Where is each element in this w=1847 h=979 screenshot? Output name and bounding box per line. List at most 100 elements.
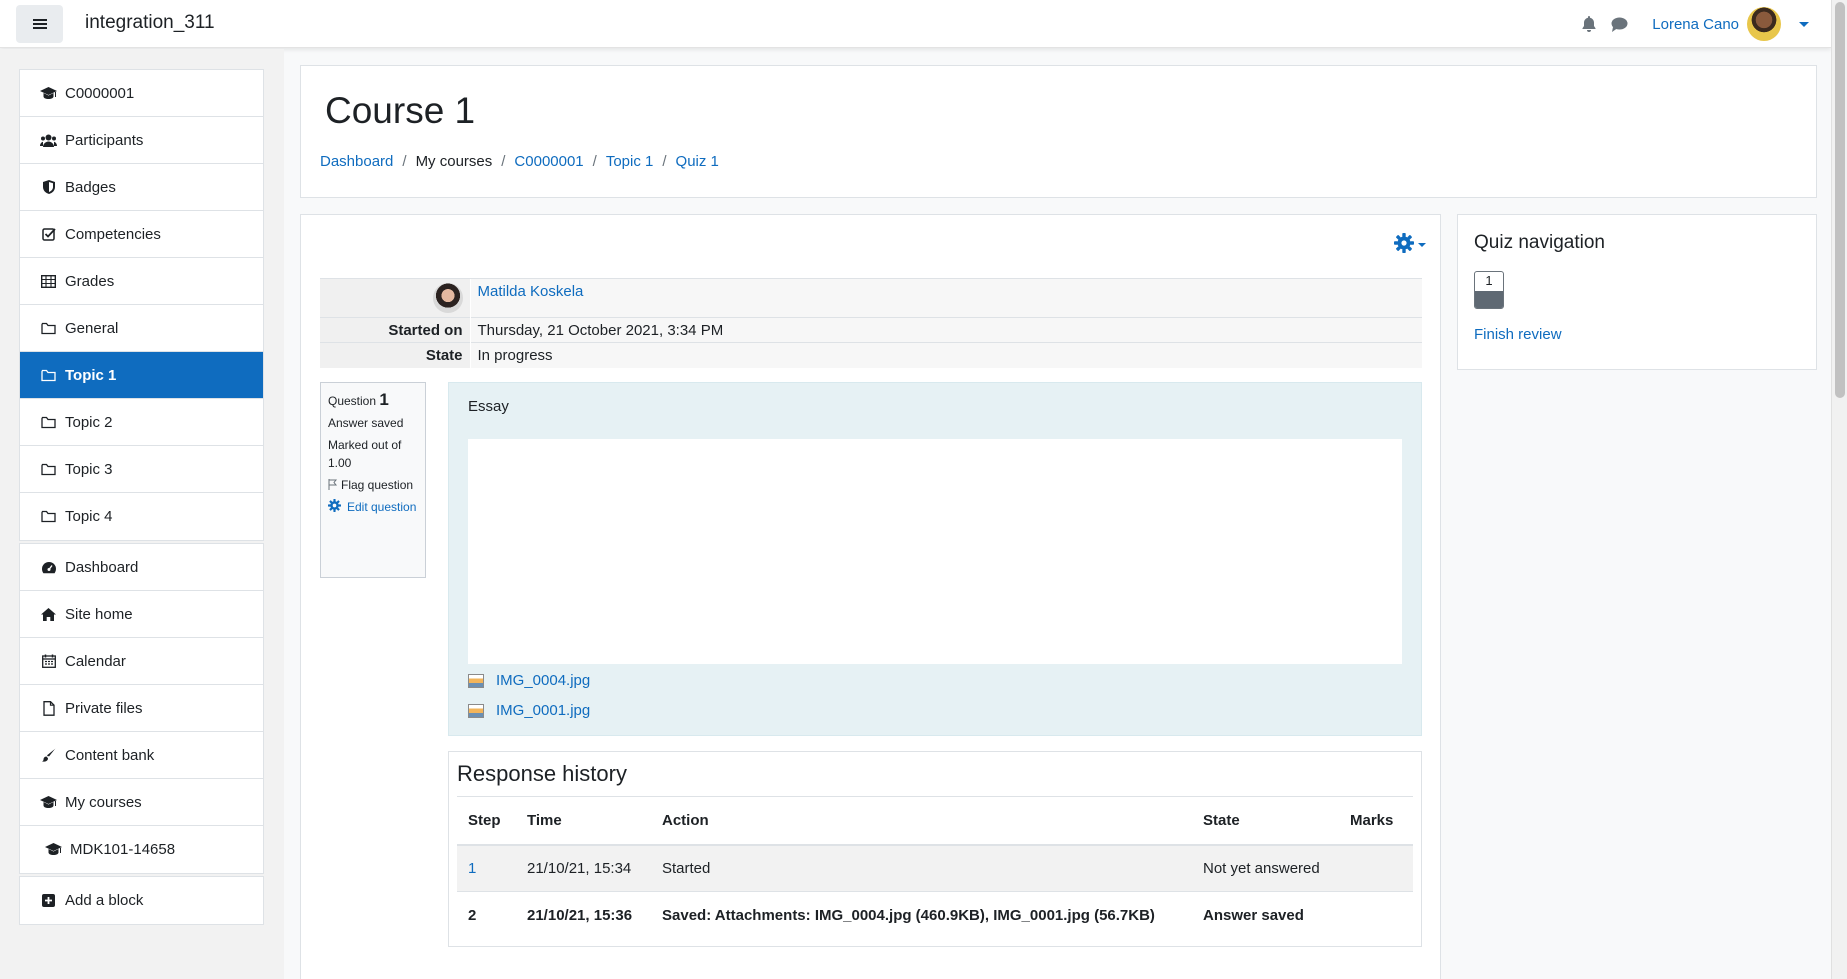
- sidebar-item-label: Dashboard: [65, 558, 139, 576]
- attachment-item[interactable]: IMG_0001.jpg: [468, 702, 590, 719]
- column-header: State: [1192, 796, 1339, 846]
- sidebar-item-topic-3[interactable]: Topic 3: [20, 446, 263, 493]
- add-block-group: Add a block: [19, 876, 264, 925]
- site-nav: Dashboard Site home Calendar Private files C…: [19, 543, 264, 874]
- users-icon: [40, 133, 57, 148]
- folder-icon: [40, 509, 57, 524]
- image-file-icon: [468, 673, 484, 688]
- sidebar-item-label: C0000001: [65, 84, 135, 102]
- flag-question-label: Flag question: [341, 478, 414, 492]
- add-block-label: Add a block: [65, 892, 144, 909]
- sidebar-item-c0000001[interactable]: C0000001: [20, 70, 263, 117]
- sidebar-item-label: Private files: [65, 699, 143, 717]
- flag-question-button[interactable]: Flag question: [328, 476, 418, 494]
- started-on-value: Thursday, 21 October 2021, 3:34 PM: [469, 317, 1422, 343]
- sidebar-item-general[interactable]: General: [20, 305, 263, 352]
- file-icon: [40, 700, 57, 716]
- question-number: 1: [379, 390, 389, 409]
- mortarboard-icon: [40, 86, 57, 101]
- sidebar-item-dashboard[interactable]: Dashboard: [20, 544, 263, 591]
- response-history: Response history Step Time Action State …: [448, 751, 1422, 947]
- breadcrumb-quiz[interactable]: Quiz 1: [676, 153, 719, 170]
- sidebar-item-private-files[interactable]: Private files: [20, 685, 263, 732]
- attachment-item[interactable]: IMG_0004.jpg: [468, 672, 590, 689]
- sidebar-item-my-courses[interactable]: My courses: [20, 779, 263, 826]
- question-nav-button[interactable]: 1: [1474, 271, 1504, 309]
- top-navbar: integration_311 Lorena Cano: [0, 0, 1831, 48]
- sidebar-item-label: Calendar: [65, 652, 126, 670]
- gear-icon: [328, 499, 341, 512]
- attachment-link[interactable]: IMG_0004.jpg: [496, 672, 590, 689]
- sidebar-item-label: Competencies: [65, 225, 161, 243]
- page-header: Course 1 Dashboard / My courses / C00000…: [300, 65, 1817, 198]
- student-name-link[interactable]: Matilda Koskela: [478, 283, 584, 300]
- step-cell: 2: [457, 891, 516, 939]
- sidebar-item-label: Topic 4: [65, 508, 113, 525]
- page-scrollbar[interactable]: [1831, 0, 1847, 979]
- attachment-link[interactable]: IMG_0001.jpg: [496, 702, 590, 719]
- sidebar-item-badges[interactable]: Badges: [20, 164, 263, 211]
- caret-down-icon: [1418, 242, 1426, 247]
- site-name[interactable]: integration_311: [85, 12, 215, 34]
- breadcrumb-separator: /: [402, 153, 407, 170]
- page-title: Course 1: [325, 90, 476, 131]
- chevron-down-icon[interactable]: [1799, 21, 1809, 27]
- column-header: Marks: [1339, 796, 1413, 846]
- quiz-navigation-title: Quiz navigation: [1474, 232, 1605, 253]
- question-label: Question: [328, 394, 377, 408]
- column-header: Time: [516, 796, 651, 846]
- bell-icon[interactable]: [1580, 15, 1598, 33]
- chat-icon[interactable]: [1610, 15, 1628, 33]
- sidebar-item-label: My courses: [65, 793, 142, 811]
- breadcrumb-dashboard[interactable]: Dashboard: [320, 153, 393, 170]
- history-table: Step Time Action State Marks 1 21/10/21,…: [457, 796, 1413, 939]
- folder-icon: [40, 415, 57, 430]
- question-type: Essay: [468, 398, 509, 415]
- scrollbar-thumb[interactable]: [1835, 2, 1845, 398]
- actions-menu-button[interactable]: [1394, 233, 1426, 253]
- nav-drawer: C0000001 Participants Badges Competencies Gr…: [0, 49, 284, 979]
- table-icon: [40, 274, 57, 289]
- action-cell: Started: [651, 844, 1192, 892]
- sidebar-item-topic-2[interactable]: Topic 2: [20, 399, 263, 446]
- sidebar-item-label: General: [65, 319, 119, 337]
- sidebar-item-site-home[interactable]: Site home: [20, 591, 263, 638]
- sidebar-item-label: Topic 2: [65, 413, 113, 431]
- mortarboard-icon: [45, 842, 62, 857]
- table-row: 1 21/10/21, 15:34 Started Not yet answer…: [457, 844, 1413, 892]
- column-header: Action: [651, 796, 1192, 846]
- hamburger-icon: [32, 23, 47, 25]
- drawer-toggle-button[interactable]: [16, 5, 63, 43]
- student-avatar[interactable]: [432, 283, 463, 313]
- sidebar-item-content-bank[interactable]: Content bank: [20, 732, 263, 779]
- sidebar-item-grades[interactable]: Grades: [20, 258, 263, 305]
- sidebar-item-mdk101-14658[interactable]: MDK101-14658: [20, 826, 263, 873]
- edit-question-link[interactable]: Edit question: [328, 498, 418, 516]
- state-value: In progress: [469, 342, 1422, 368]
- time-cell: 21/10/21, 15:34: [516, 844, 651, 892]
- breadcrumb-separator: /: [592, 153, 597, 170]
- breadcrumb-topic[interactable]: Topic 1: [606, 153, 654, 170]
- mortarboard-icon: [40, 795, 57, 810]
- question-status: Answer saved: [328, 416, 404, 430]
- sidebar-item-topic-1[interactable]: Topic 1: [20, 352, 263, 399]
- sidebar-item-topic-4[interactable]: Topic 4: [20, 493, 263, 540]
- question-content: Essay IMG_0004.jpg IMG_0001.jpg: [448, 382, 1422, 736]
- step-link[interactable]: 1: [468, 860, 476, 877]
- state-cell: Not yet answered: [1192, 844, 1339, 892]
- sidebar-item-calendar[interactable]: Calendar: [20, 638, 263, 685]
- folder-icon: [40, 368, 57, 383]
- sidebar-item-label: Topic 3: [65, 460, 113, 478]
- avatar[interactable]: [1747, 7, 1781, 41]
- user-menu-name[interactable]: Lorena Cano: [1652, 16, 1739, 33]
- add-block-button[interactable]: Add a block: [20, 877, 263, 924]
- folder-icon: [40, 321, 57, 336]
- question-grade: Marked out of 1.00: [328, 438, 402, 470]
- finish-review-link[interactable]: Finish review: [1474, 326, 1562, 343]
- sidebar-item-competencies[interactable]: Competencies: [20, 211, 263, 258]
- breadcrumb-course[interactable]: C0000001: [514, 153, 583, 170]
- main-region: Matilda Koskela Started on Thursday, 21 …: [300, 214, 1441, 979]
- sidebar-item-participants[interactable]: Participants: [20, 117, 263, 164]
- response-history-title: Response history: [457, 761, 627, 786]
- sidebar-item-label: MDK101-14658: [70, 841, 176, 858]
